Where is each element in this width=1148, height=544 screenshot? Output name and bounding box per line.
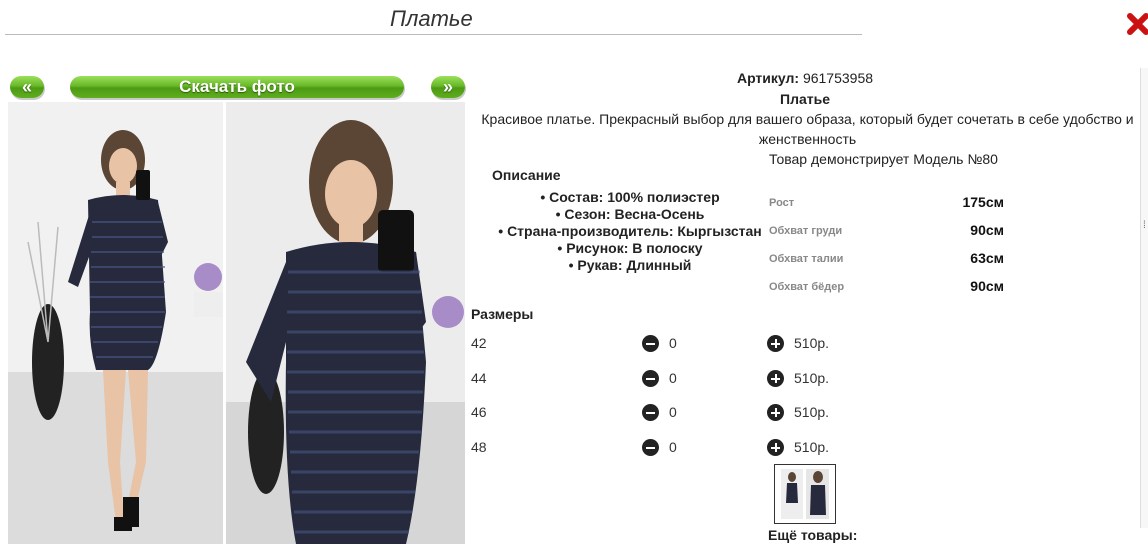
size-value: 44	[471, 370, 487, 386]
product-photo-2	[226, 102, 465, 544]
measurement-value: 90см	[970, 222, 1004, 238]
spec-item: Состав: 100% полиэстер	[480, 189, 780, 206]
measurement-label: Обхват талии	[769, 253, 844, 265]
plus-icon[interactable]	[767, 404, 784, 421]
more-products-label: Ещё товары:	[768, 527, 858, 543]
product-photo-1	[8, 102, 223, 544]
description-heading: Описание	[492, 167, 561, 183]
product-description: Красивое платье. Прекрасный выбор для ва…	[481, 111, 1134, 147]
prev-photo-button[interactable]: «	[10, 76, 44, 98]
product-name: Платье	[780, 91, 830, 107]
size-row: 44 0 510р.	[471, 370, 891, 390]
spec-item: Страна-производитель: Кыргызстан	[480, 223, 780, 240]
size-value: 42	[471, 335, 487, 351]
quantity-value: 0	[669, 404, 677, 420]
price-value: 510р.	[794, 335, 830, 351]
spec-list: Состав: 100% полиэстер Сезон: Весна-Осен…	[480, 189, 780, 274]
minus-icon[interactable]	[642, 404, 659, 421]
photo-thumbnail[interactable]	[774, 464, 836, 524]
close-icon[interactable]	[1126, 6, 1148, 40]
size-row: 42 0 510р.	[471, 335, 891, 355]
price-value: 510р.	[794, 439, 830, 455]
measurement-row: Рост 175см	[769, 194, 1004, 214]
quantity-value: 0	[669, 335, 677, 351]
measurement-label: Обхват груди	[769, 225, 843, 237]
download-photo-button[interactable]: Скачать фото	[70, 76, 404, 98]
article-line: Артикул: 961753958	[700, 70, 910, 86]
page-title: Платье	[390, 6, 473, 31]
quantity-value: 0	[669, 370, 677, 386]
measurement-row: Обхват талии 63см	[769, 250, 1004, 270]
size-value: 48	[471, 439, 487, 455]
size-row: 46 0 510р.	[471, 404, 891, 424]
sizes-heading: Размеры	[471, 306, 534, 322]
plus-icon[interactable]	[767, 370, 784, 387]
price-value: 510р.	[794, 370, 830, 386]
measurement-value: 90см	[970, 278, 1004, 294]
spec-item: Сезон: Весна-Осень	[480, 206, 780, 223]
plus-icon[interactable]	[767, 439, 784, 456]
measurement-label: Рост	[769, 197, 795, 209]
price-value: 510р.	[794, 404, 830, 420]
size-value: 46	[471, 404, 487, 420]
next-photo-button[interactable]: »	[431, 76, 465, 98]
measurement-label: Обхват бёдер	[769, 281, 845, 293]
plus-icon[interactable]	[767, 335, 784, 352]
article-value: 961753958	[802, 70, 874, 86]
spec-item: Рукав: Длинный	[480, 257, 780, 274]
minus-icon[interactable]	[642, 439, 659, 456]
minus-icon[interactable]	[642, 335, 659, 352]
spec-item: Рисунок: В полоску	[480, 240, 780, 257]
quantity-value: 0	[669, 439, 677, 455]
model-info: Товар демонстрирует Модель №80	[769, 151, 998, 167]
minus-icon[interactable]	[642, 370, 659, 387]
measurement-value: 175см	[962, 194, 1004, 210]
measurement-row: Обхват груди 90см	[769, 222, 1004, 242]
size-row: 48 0 510р.	[471, 439, 891, 459]
measurement-row: Обхват бёдер 90см	[769, 278, 1004, 298]
article-label: Артикул:	[736, 70, 800, 86]
title-divider	[5, 34, 862, 35]
scroll-grip-icon[interactable]: ⁞	[1143, 220, 1146, 231]
measurement-value: 63см	[970, 250, 1004, 266]
